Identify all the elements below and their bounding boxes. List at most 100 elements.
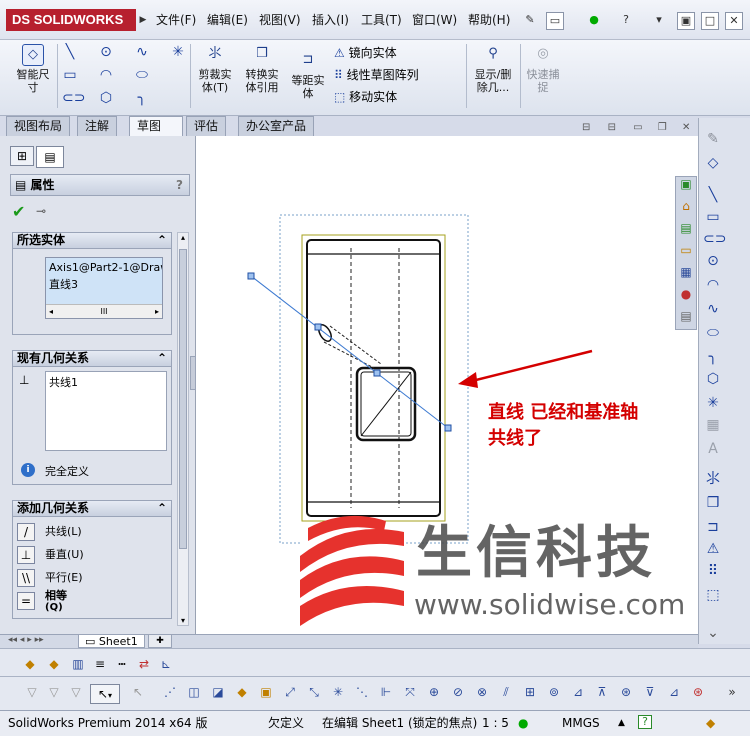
list-item[interactable]: 直线3	[46, 277, 162, 292]
edit-sheet-icon[interactable]: ◆	[22, 656, 38, 672]
spline-icon[interactable]: ∿	[703, 298, 723, 320]
scroll-thumb[interactable]: III	[100, 307, 107, 316]
ellipse-icon[interactable]: ⬭	[703, 322, 723, 344]
menu-edit[interactable]: 编辑(E)	[207, 12, 248, 28]
sheet-tab[interactable]: ▭ Sheet1	[78, 634, 145, 648]
line-icon[interactable]: ╲	[703, 184, 723, 206]
add-perpendicular-button[interactable]: ⊥ 垂直(U)	[17, 544, 167, 566]
display-delete-relations-button[interactable]: ⚲ 显示/删 除几...	[470, 44, 516, 94]
rebuild-icon[interactable]: ●	[518, 711, 528, 735]
design-library-icon[interactable]: ▤	[676, 221, 696, 243]
add-equal-button[interactable]: = 相等 (Q)	[17, 589, 167, 616]
property-manager-tab-icon[interactable]: ▤	[36, 146, 64, 168]
add-parallel-button[interactable]: \\ 平行(E)	[17, 567, 167, 589]
tab-view-layout[interactable]: 视图布局	[6, 116, 71, 136]
filter-faces-icon[interactable]: ◪	[210, 684, 226, 700]
filter-cosmetic-thread-icon[interactable]: ⊿	[570, 684, 586, 700]
slot-icon[interactable]: ⊂⊃	[62, 90, 85, 106]
point-icon[interactable]: ✳	[170, 44, 186, 60]
linear-pattern-button[interactable]: ⠿ 线性草图阵列	[334, 66, 464, 86]
selected-entities-list[interactable]: Axis1@Part2-1@Draw 直线3 ◂ III ▸	[45, 257, 163, 319]
close-icon[interactable]: ✕	[682, 122, 690, 133]
feature-tree-tab-icon[interactable]: ⊞	[10, 146, 34, 166]
scroll-down-icon[interactable]: ▾	[179, 616, 187, 625]
expand-toolbar-icon[interactable]: ⌄	[703, 622, 723, 644]
filter-surface-finish-icon[interactable]: ⫽	[498, 684, 514, 700]
filter-notes-icon[interactable]: ⤧	[402, 684, 418, 700]
tab-annotation[interactable]: 注解	[77, 116, 118, 136]
maximize-icon[interactable]: □	[701, 12, 719, 30]
offset-icon[interactable]: ⊐	[703, 516, 723, 538]
filter-toggle-icon[interactable]: ▽	[46, 684, 62, 700]
filter-icon[interactable]: ▽	[24, 684, 40, 700]
filter-dimensions-icon[interactable]: ⊩	[378, 684, 394, 700]
toolbar-overflow-icon[interactable]: »	[724, 684, 740, 700]
filter-surfaces-icon[interactable]: ◆	[234, 684, 250, 700]
solidworks-logo[interactable]: DS SOLIDWORKS	[6, 9, 136, 31]
filter-datum-target-icon[interactable]: ⊚	[546, 684, 562, 700]
add-sheet-icon[interactable]: ✚	[148, 634, 172, 648]
traffic-light-icon[interactable]: ●	[585, 12, 603, 30]
smart-dimension-button[interactable]: ◇ 智能尺 寸	[8, 44, 58, 94]
help-icon[interactable]: ?	[617, 12, 635, 30]
edit-sheet-format-icon[interactable]: ◆	[46, 656, 62, 672]
custom-properties-icon[interactable]: ▤	[676, 309, 696, 331]
filter-blocks-icon[interactable]: ⊼	[594, 684, 610, 700]
drawing-canvas[interactable]: ⊟ ⊟ ▭ ❐ ✕ 直线 已经和基准轴 共线了 生信科技 www.solidwi…	[196, 122, 698, 634]
trim-entities-button[interactable]: ⺢ 剪裁实 体(T)	[194, 44, 236, 94]
sheet-nav-icons[interactable]: ◂◂ ◂ ▸ ▸▸	[8, 635, 44, 645]
rectangle-icon[interactable]: ▭	[703, 206, 723, 228]
clear-filters-icon[interactable]: ▽	[68, 684, 84, 700]
tag-icon[interactable]: ◆	[706, 711, 715, 735]
mirror-entities-button[interactable]: ⚠ 镜向实体	[334, 44, 464, 64]
hide-show-edges-icon[interactable]: ⇄	[136, 656, 152, 672]
smart-dimension-icon[interactable]: ◇	[703, 152, 723, 174]
filter-weld-icon[interactable]: ⊗	[474, 684, 490, 700]
tab-evaluate[interactable]: 评估	[186, 116, 227, 136]
view-palette-icon[interactable]: ▦	[676, 265, 696, 287]
tile-vertical-icon[interactable]: ⊟	[608, 122, 616, 133]
logo-menu-arrow-icon[interactable]: ▶	[136, 9, 150, 31]
filter-gtol-icon[interactable]: ⊕	[426, 684, 442, 700]
convert-icon[interactable]: ❒	[703, 492, 723, 514]
file-explorer-icon[interactable]: ▭	[676, 243, 696, 265]
panel-vertical-scrollbar[interactable]: ▴ ▾	[177, 232, 189, 626]
ok-check-icon[interactable]: ✔	[12, 202, 25, 221]
add-relations-header[interactable]: 添加几何关系 ⌃	[12, 500, 172, 517]
select-other-icon[interactable]: ↖	[130, 684, 146, 700]
offset-entities-button[interactable]: ⊐ 等距实 体	[287, 50, 329, 100]
menu-view[interactable]: 视图(V)	[259, 12, 301, 28]
collapse-icon[interactable]: ⌃	[157, 233, 167, 248]
filter-datum-icon[interactable]: ⊞	[522, 684, 538, 700]
point-icon[interactable]: ✳	[703, 392, 723, 414]
existing-relations-list[interactable]: 共线1	[45, 371, 167, 451]
layer-icon[interactable]: ▥	[70, 656, 86, 672]
color-display-icon[interactable]: ⊾	[158, 656, 174, 672]
minimize-icon[interactable]: ▭	[633, 122, 642, 133]
list-item[interactable]: 共线1	[46, 372, 166, 392]
filter-center-mark-icon[interactable]: ⊽	[642, 684, 658, 700]
tile-horizontal-icon[interactable]: ⊟	[582, 122, 590, 133]
circle-icon[interactable]: ⊙	[703, 250, 723, 272]
line-icon[interactable]: ╲	[62, 44, 78, 60]
menu-help[interactable]: 帮助(H)	[468, 12, 510, 28]
move-entities-button[interactable]: ⬚ 移动实体	[334, 88, 464, 108]
grid-icon[interactable]: ▦	[703, 414, 723, 436]
trim-icon[interactable]: ⺢	[703, 468, 723, 490]
filter-routing-point-icon[interactable]: ⊛	[690, 684, 706, 700]
filter-balloons-icon[interactable]: ⊘	[450, 684, 466, 700]
convert-entities-button[interactable]: ❒ 转换实 体引用	[240, 44, 284, 94]
arc-icon[interactable]: ◠	[98, 67, 114, 83]
filter-sketch-points-icon[interactable]: ⋱	[354, 684, 370, 700]
help-icon[interactable]: ?	[176, 175, 183, 195]
filter-dowel-pin-icon[interactable]: ⊛	[618, 684, 634, 700]
select-button[interactable]: ↖▾	[90, 684, 120, 704]
units-dropdown-icon[interactable]: ▲	[618, 711, 625, 735]
status-units[interactable]: MMGS	[562, 711, 600, 735]
quick-snaps-button[interactable]: ◎ 快速捕 捉	[522, 44, 564, 94]
pushpin-icon[interactable]: ⊸	[36, 204, 46, 218]
text-icon[interactable]: A	[703, 438, 723, 460]
sketch-icon[interactable]: ✎	[703, 128, 723, 150]
slot-icon[interactable]: ⊂⊃	[703, 228, 726, 250]
filter-axes-icon[interactable]: ⤢	[282, 684, 298, 700]
